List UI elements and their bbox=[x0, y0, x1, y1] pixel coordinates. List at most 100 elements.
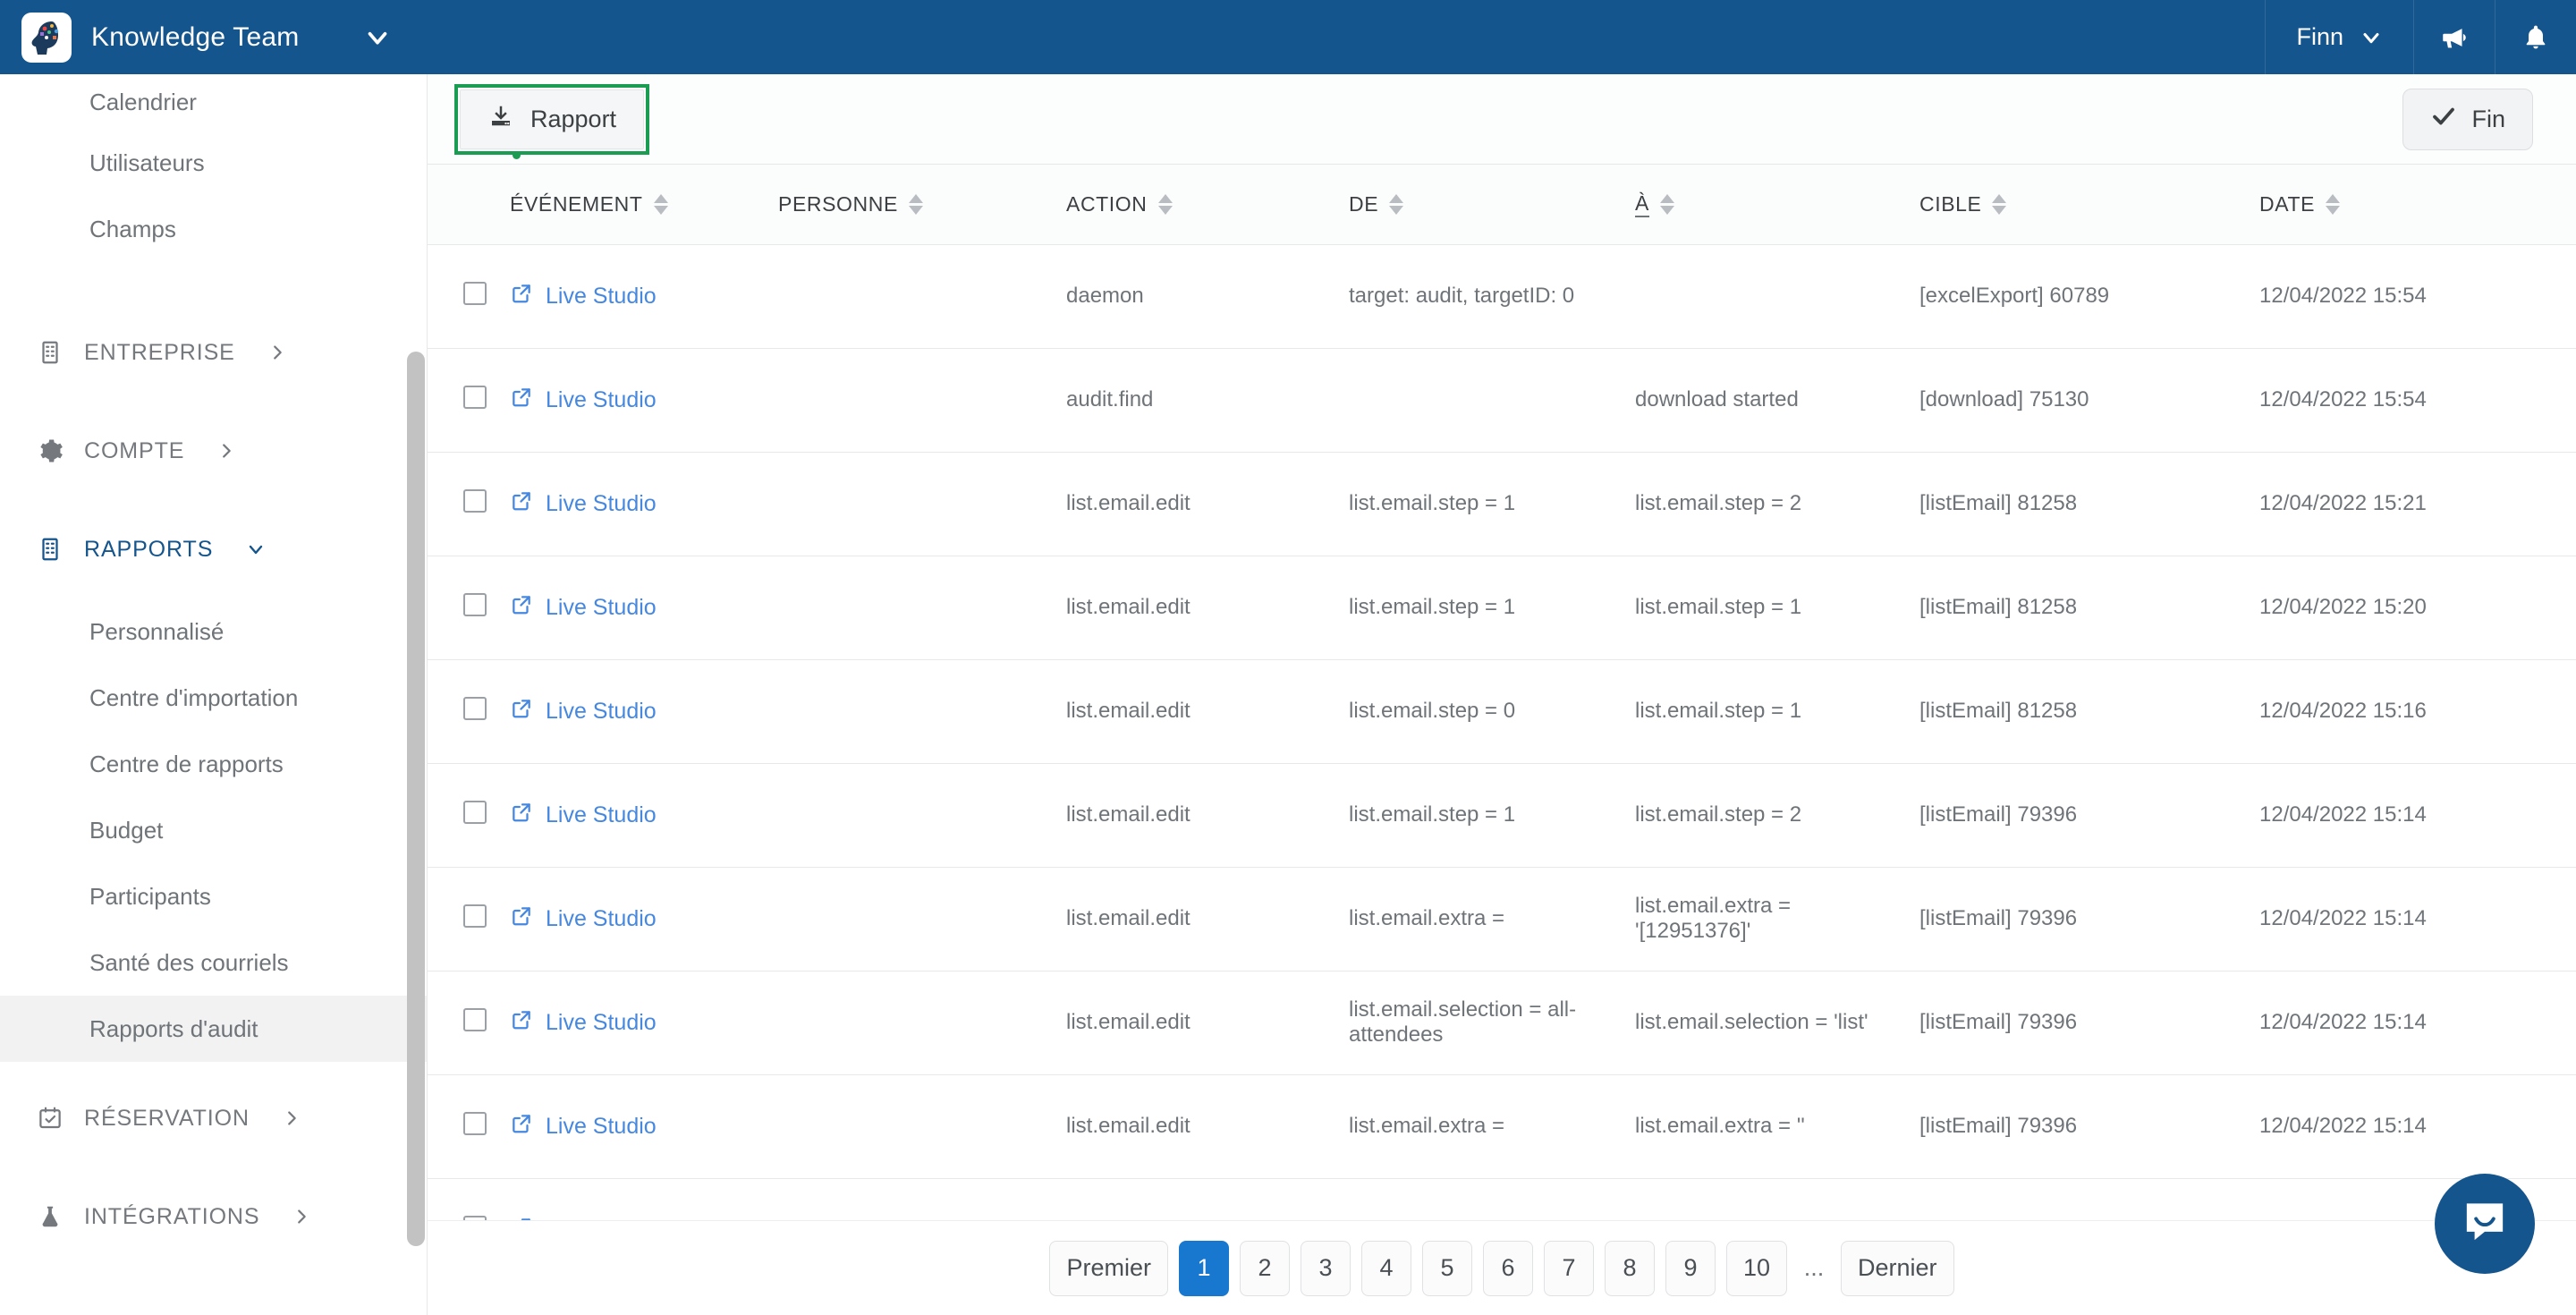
cell-evenement: Live Studio bbox=[496, 1074, 764, 1179]
pagination-page-6[interactable]: 6 bbox=[1482, 1240, 1533, 1296]
user-menu[interactable]: Finn bbox=[2265, 0, 2413, 74]
sidebar-item-participants[interactable]: Participants bbox=[0, 863, 427, 929]
event-link-label: Live Studio bbox=[546, 698, 657, 724]
pagination-page-3[interactable]: 3 bbox=[1300, 1240, 1351, 1296]
announcements-button[interactable] bbox=[2413, 0, 2495, 74]
sidebar-item-rapports-daudit[interactable]: Rapports d'audit bbox=[0, 996, 427, 1062]
column-header-evenement[interactable]: ÉVÉNEMENT bbox=[496, 165, 764, 245]
sidebar-item-calendrier[interactable]: Calendrier bbox=[0, 74, 427, 130]
cell-evenement: Live Studio bbox=[496, 244, 764, 349]
sort-arrows-icon[interactable] bbox=[653, 193, 668, 215]
sidebar-item-centre-rapports[interactable]: Centre de rapports bbox=[0, 731, 427, 797]
column-header-a[interactable]: À bbox=[1621, 165, 1905, 245]
column-header-personne[interactable]: PERSONNE bbox=[764, 165, 1052, 245]
sidebar-item-label: Champs bbox=[89, 215, 176, 242]
table-row[interactable]: Live Studio list.email.edit list.email.sel… bbox=[428, 971, 2576, 1075]
row-checkbox[interactable] bbox=[463, 1007, 487, 1031]
event-link[interactable]: Live Studio bbox=[510, 1112, 657, 1141]
event-link[interactable]: Live Studio bbox=[510, 489, 657, 519]
table-row[interactable]: Live Studiolist.email.editlist.email.ext… bbox=[428, 1074, 2576, 1179]
column-header-de[interactable]: DE bbox=[1335, 165, 1621, 245]
row-checkbox[interactable] bbox=[463, 488, 487, 513]
row-checkbox[interactable] bbox=[463, 800, 487, 824]
audit-table: ÉVÉNEMENT PERSONNE ACTION DE À CIBLE DAT… bbox=[428, 165, 2576, 1283]
pagination-page-8[interactable]: 8 bbox=[1604, 1240, 1655, 1296]
row-checkbox-cell bbox=[428, 452, 496, 556]
event-link[interactable]: Live Studio bbox=[510, 282, 657, 311]
pagination-pages: 1 2 3 4 5 6 7 8 9 10 bbox=[1178, 1240, 1788, 1296]
brand-area[interactable]: Knowledge Team bbox=[0, 0, 427, 74]
event-link[interactable]: Live Studio bbox=[510, 697, 657, 726]
report-button-label: Rapport bbox=[530, 105, 617, 132]
pagination-page-4[interactable]: 4 bbox=[1360, 1240, 1411, 1296]
cell-cible: [download] 75130 bbox=[1905, 348, 2245, 453]
sort-arrows-icon[interactable] bbox=[1659, 193, 1674, 215]
pagination-page-7[interactable]: 7 bbox=[1543, 1240, 1594, 1296]
sort-arrows-icon[interactable] bbox=[1389, 193, 1404, 215]
sort-arrows-icon[interactable] bbox=[908, 193, 923, 215]
notifications-button[interactable] bbox=[2495, 0, 2576, 74]
sidebar-item-centre-importation[interactable]: Centre d'importation bbox=[0, 665, 427, 731]
row-checkbox[interactable] bbox=[463, 696, 487, 720]
event-link[interactable]: Live Studio bbox=[510, 593, 657, 623]
table-row[interactable]: Live Studio list.email.edit list.email.ste… bbox=[428, 763, 2576, 868]
sidebar-item-utilisateurs[interactable]: Utilisateurs bbox=[0, 130, 427, 196]
brand-chevron-down-icon[interactable] bbox=[362, 22, 393, 53]
pagination-page-5[interactable]: 5 bbox=[1421, 1240, 1472, 1296]
cell-a: list.email.selection = 'list' bbox=[1621, 971, 1905, 1075]
event-link[interactable]: Live Studio bbox=[510, 904, 657, 934]
sidebar-section-compte[interactable]: COMPTE bbox=[0, 402, 427, 500]
cell-a: list.email.step = 1 bbox=[1621, 556, 1905, 660]
table-row[interactable]: Live Studio list.email.edit list.email.ste… bbox=[428, 659, 2576, 764]
sidebar-scrollbar-thumb[interactable] bbox=[407, 352, 425, 1246]
table-row[interactable]: Live Studio list.email.edit list.email.ste… bbox=[428, 556, 2576, 660]
pagination-page-1[interactable]: 1 bbox=[1178, 1240, 1229, 1296]
column-header-action[interactable]: ACTION bbox=[1052, 165, 1335, 245]
pagination-page-10[interactable]: 10 bbox=[1725, 1240, 1788, 1296]
pagination-last-button[interactable]: Dernier bbox=[1841, 1240, 1954, 1296]
external-link-icon bbox=[510, 593, 533, 623]
pagination-first-button[interactable]: Premier bbox=[1049, 1240, 1168, 1296]
table-row[interactable]: Live Studio list.email.edit list.email.ste… bbox=[428, 452, 2576, 556]
table-row[interactable]: Live Studio daemon target: audit, targetID… bbox=[428, 244, 2576, 349]
row-checkbox[interactable] bbox=[463, 281, 487, 305]
column-header-date[interactable]: DATE bbox=[2245, 165, 2576, 245]
sidebar-section-label: COMPTE bbox=[84, 437, 185, 463]
sidebar-section-rapports[interactable]: RAPPORTS bbox=[0, 500, 427, 598]
table-header-row: ÉVÉNEMENT PERSONNE ACTION DE À CIBLE DAT… bbox=[428, 165, 2576, 245]
end-button[interactable]: Fin bbox=[2402, 88, 2533, 150]
cell-action: daemon bbox=[1052, 244, 1335, 349]
row-checkbox[interactable] bbox=[463, 1111, 487, 1135]
sidebar-section-reservation[interactable]: RÉSERVATION bbox=[0, 1069, 427, 1167]
table-row[interactable]: Live Studio audit.find download started [do… bbox=[428, 348, 2576, 453]
column-header-cible[interactable]: CIBLE bbox=[1905, 165, 2245, 245]
cell-a: list.email.extra = '[12951376]' bbox=[1621, 867, 1905, 971]
cell-evenement: Live Studio bbox=[496, 348, 764, 453]
sidebar-item-personnalise[interactable]: Personnalisé bbox=[0, 598, 427, 665]
pagination-page-2[interactable]: 2 bbox=[1239, 1240, 1290, 1296]
flask-icon bbox=[36, 1202, 64, 1231]
sidebar-section-integrations[interactable]: INTÉGRATIONS bbox=[0, 1167, 427, 1266]
calendar-check-icon bbox=[36, 1104, 64, 1133]
table-row[interactable]: Live Studiolist.email.editlist.email.ext… bbox=[428, 867, 2576, 971]
sidebar-section-entreprise[interactable]: ENTREPRISE bbox=[0, 303, 427, 402]
sidebar-item-champs[interactable]: Champs bbox=[0, 196, 427, 262]
chat-widget-button[interactable] bbox=[2435, 1174, 2535, 1274]
report-button[interactable]: Rapport bbox=[460, 89, 645, 149]
sidebar-item-label: Participants bbox=[89, 882, 211, 910]
sort-arrows-icon[interactable] bbox=[1157, 193, 1173, 215]
sort-arrows-icon[interactable] bbox=[1992, 193, 2007, 215]
row-checkbox[interactable] bbox=[463, 904, 487, 928]
event-link[interactable]: Live Studio bbox=[510, 1008, 657, 1038]
sidebar-item-sante-des-courriels[interactable]: Santé des courriels bbox=[0, 929, 427, 996]
cell-date: 12/04/2022 15:54 bbox=[2245, 348, 2576, 453]
sidebar-item-budget[interactable]: Budget bbox=[0, 797, 427, 863]
event-link[interactable]: Live Studio bbox=[510, 801, 657, 830]
sidebar-section-label: RÉSERVATION bbox=[84, 1105, 250, 1131]
cell-evenement: Live Studio bbox=[496, 763, 764, 868]
event-link[interactable]: Live Studio bbox=[510, 386, 657, 415]
pagination-page-9[interactable]: 9 bbox=[1665, 1240, 1716, 1296]
row-checkbox[interactable] bbox=[463, 592, 487, 616]
sort-arrows-icon[interactable] bbox=[2326, 193, 2341, 215]
row-checkbox[interactable] bbox=[463, 385, 487, 409]
